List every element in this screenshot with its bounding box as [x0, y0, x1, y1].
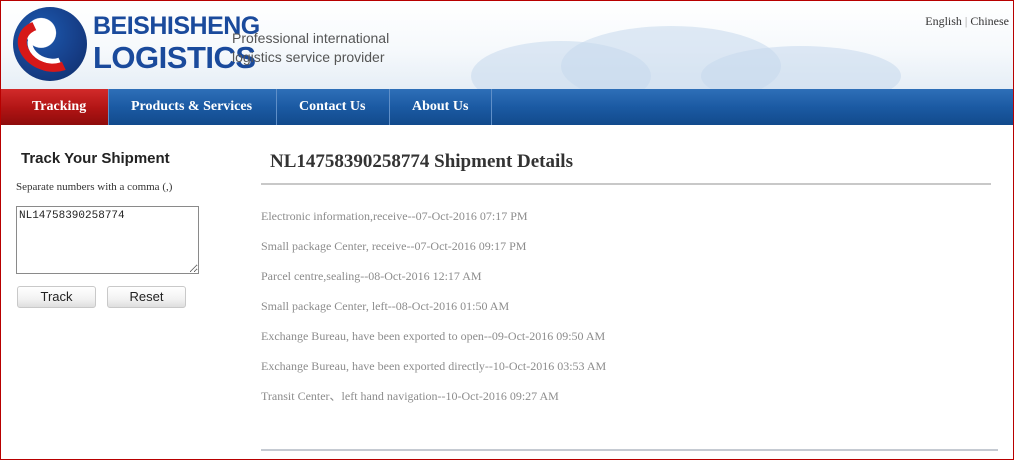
tracking-event: Electronic information,receive--07-Oct-2…	[261, 209, 528, 223]
site-header: BEISHISHENG LOGISTICS Professional inter…	[1, 1, 1013, 89]
reset-button[interactable]: Reset	[107, 286, 186, 308]
tracking-number-input[interactable]: NL14758390258774	[16, 206, 199, 274]
nav-products-services[interactable]: Products & Services	[109, 89, 277, 125]
tracking-events-list: Electronic information,receive--07-Oct-2…	[261, 209, 606, 419]
brand-logo-icon[interactable]	[13, 7, 87, 81]
nav-tracking[interactable]: Tracking	[1, 89, 109, 125]
tracking-event: Parcel centre,sealing--08-Oct-2016 12:17…	[261, 269, 482, 283]
tracking-event: Transit Center、left hand navigation--10-…	[261, 389, 559, 403]
bottom-divider	[261, 449, 998, 451]
tagline-line1: Professional international	[232, 30, 390, 46]
language-switcher: English | Chinese	[925, 14, 1009, 29]
brand-tagline: Professional international logistics ser…	[232, 29, 389, 67]
lang-english-link[interactable]: English	[925, 14, 962, 28]
tracking-event: Exchange Bureau, have been exported dire…	[261, 359, 607, 373]
lang-chinese-link[interactable]: Chinese	[970, 14, 1009, 28]
nav-contact-us[interactable]: Contact Us	[277, 89, 390, 125]
tracking-event: Exchange Bureau, have been exported to o…	[261, 329, 606, 343]
track-shipment-title: Track Your Shipment	[21, 150, 170, 167]
tagline-line2: logistics service provider	[232, 49, 385, 65]
track-input-hint: Separate numbers with a comma (,)	[16, 181, 173, 193]
nav-about-us[interactable]: About Us	[390, 89, 492, 125]
tracking-event: Small package Center, left--08-Oct-2016 …	[261, 299, 510, 313]
title-divider	[261, 183, 991, 185]
track-button[interactable]: Track	[17, 286, 96, 308]
shipment-details-title: NL14758390258774 Shipment Details	[270, 151, 573, 172]
tracking-event: Small package Center, receive--07-Oct-20…	[261, 239, 527, 253]
main-nav: Tracking Products & Services Contact Us …	[1, 89, 1013, 125]
